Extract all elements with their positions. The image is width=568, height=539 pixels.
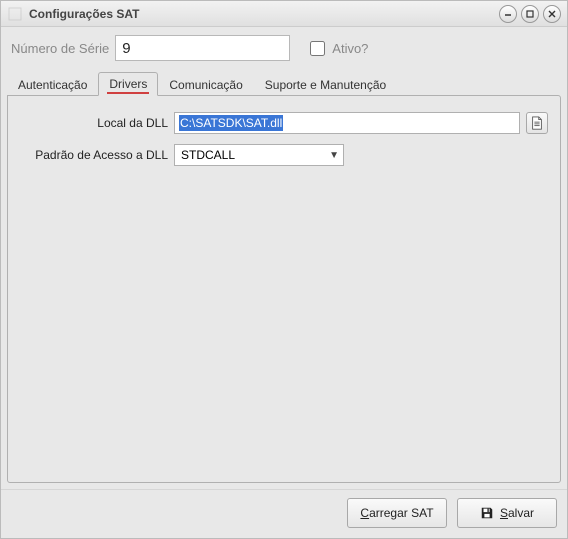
tab-comunicacao[interactable]: Comunicação xyxy=(158,73,253,96)
tab-bar: Autenticação Drivers Comunicação Suporte… xyxy=(1,71,567,95)
dll-path-input[interactable]: C:\SATSDK\SAT.dll xyxy=(174,112,520,134)
active-label: Ativo? xyxy=(332,41,368,56)
window: Configurações SAT Número de Série Ativo?… xyxy=(0,0,568,539)
save-button[interactable]: Salvar xyxy=(457,498,557,528)
browse-dll-button[interactable] xyxy=(526,112,548,134)
minimize-button[interactable] xyxy=(499,5,517,23)
document-icon xyxy=(530,116,544,130)
tab-label: Drivers xyxy=(109,77,147,91)
footer: Carregar SAT Salvar xyxy=(1,489,567,538)
window-controls xyxy=(499,5,561,23)
tab-autenticacao[interactable]: Autenticação xyxy=(7,73,98,96)
tab-label: Comunicação xyxy=(169,78,242,92)
button-label: Salvar xyxy=(500,506,534,520)
load-sat-button[interactable]: Carregar SAT xyxy=(347,498,447,528)
save-icon xyxy=(480,506,494,520)
access-pattern-label: Padrão de Acesso a DLL xyxy=(20,148,174,162)
tab-drivers[interactable]: Drivers xyxy=(98,72,158,96)
access-pattern-row: Padrão de Acesso a DLL STDCALL ▼ xyxy=(20,144,548,166)
button-label: Carregar SAT xyxy=(360,506,433,520)
serial-number-input[interactable] xyxy=(115,35,290,61)
window-title: Configurações SAT xyxy=(29,7,499,21)
tab-suporte-manutencao[interactable]: Suporte e Manutenção xyxy=(254,73,397,96)
access-pattern-value: STDCALL xyxy=(181,148,235,162)
dll-path-label: Local da DLL xyxy=(20,116,174,130)
tab-label: Suporte e Manutenção xyxy=(265,78,386,92)
dll-path-value: C:\SATSDK\SAT.dll xyxy=(179,115,283,131)
active-checkbox-wrap[interactable]: Ativo? xyxy=(306,38,368,59)
maximize-button[interactable] xyxy=(521,5,539,23)
tab-label: Autenticação xyxy=(18,78,87,92)
titlebar: Configurações SAT xyxy=(1,1,567,27)
app-icon xyxy=(7,6,23,22)
header-row: Número de Série Ativo? xyxy=(1,27,567,71)
active-checkbox[interactable] xyxy=(310,41,325,56)
tab-panel-drivers: Local da DLL C:\SATSDK\SAT.dll Padrão de… xyxy=(7,95,561,483)
chevron-down-icon: ▼ xyxy=(329,150,339,161)
serial-number-label: Número de Série xyxy=(11,41,109,56)
close-button[interactable] xyxy=(543,5,561,23)
dll-path-row: Local da DLL C:\SATSDK\SAT.dll xyxy=(20,112,548,134)
access-pattern-combobox[interactable]: STDCALL ▼ xyxy=(174,144,344,166)
